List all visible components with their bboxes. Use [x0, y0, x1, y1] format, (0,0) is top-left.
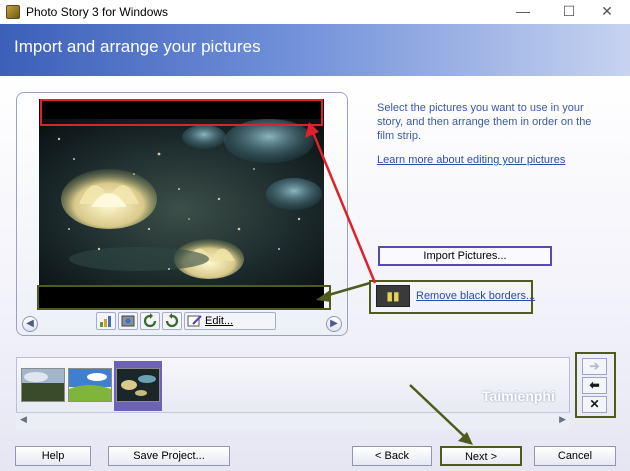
minimize-button[interactable]: — — [500, 0, 546, 24]
thumbnail-1-image — [22, 369, 64, 401]
window-title: Photo Story 3 for Windows — [26, 5, 169, 19]
previous-picture-button[interactable]: ◀ — [22, 316, 38, 332]
page-title: Import and arrange your pictures — [14, 37, 261, 56]
cancel-button[interactable]: Cancel — [534, 446, 616, 466]
thumbnail-1[interactable] — [21, 368, 65, 402]
thumbnail-3[interactable] — [116, 368, 160, 402]
film-strip-scrollbar[interactable]: ◀ ▶ — [16, 412, 570, 429]
import-pictures-button[interactable]: Import Pictures... — [378, 246, 552, 266]
move-left-button[interactable]: ⬅ — [582, 377, 607, 394]
remove-black-borders-link[interactable]: Remove black borders... — [416, 290, 535, 302]
move-right-button[interactable]: ➔ — [582, 358, 607, 375]
back-button[interactable]: < Back — [352, 446, 432, 466]
preview-image — [39, 99, 324, 309]
rotate-right-icon — [165, 313, 179, 328]
bottom-border-highlight — [37, 285, 331, 310]
learn-more-link[interactable]: Learn more about editing your pictures — [377, 154, 565, 166]
edit-button[interactable]: Edit... — [184, 312, 276, 330]
auto-fix-button[interactable] — [96, 312, 116, 330]
save-project-button[interactable]: Save Project... — [108, 446, 230, 466]
levels-icon — [100, 316, 111, 327]
top-border-highlight — [40, 99, 323, 126]
remove-black-borders-icon[interactable]: ▮▮ — [376, 285, 410, 307]
photo-fix-icon — [121, 315, 135, 327]
edit-label: Edit... — [205, 315, 234, 327]
picture-preview — [39, 99, 324, 309]
watermark: Taimienphi — [482, 388, 555, 404]
next-button[interactable]: Next > — [440, 446, 522, 466]
rotate-left-icon — [143, 313, 157, 328]
edit-icon — [187, 315, 202, 327]
help-button[interactable]: Help — [15, 446, 91, 466]
rotate-right-button[interactable] — [162, 312, 182, 330]
thumbnail-2-image — [69, 369, 111, 401]
app-icon — [6, 5, 20, 19]
red-eye-button[interactable] — [118, 312, 138, 330]
rotate-left-button[interactable] — [140, 312, 160, 330]
next-picture-button[interactable]: ▶ — [326, 316, 342, 332]
scroll-right-icon[interactable]: ▶ — [559, 414, 566, 425]
remove-picture-button[interactable]: ✕ — [582, 396, 607, 413]
close-button[interactable]: ✕ — [584, 0, 630, 24]
thumbnail-2[interactable] — [68, 368, 112, 402]
thumbnail-3-image — [117, 369, 159, 401]
instructions-text: Select the pictures you want to use in y… — [377, 102, 592, 142]
scroll-left-icon[interactable]: ◀ — [20, 414, 27, 425]
